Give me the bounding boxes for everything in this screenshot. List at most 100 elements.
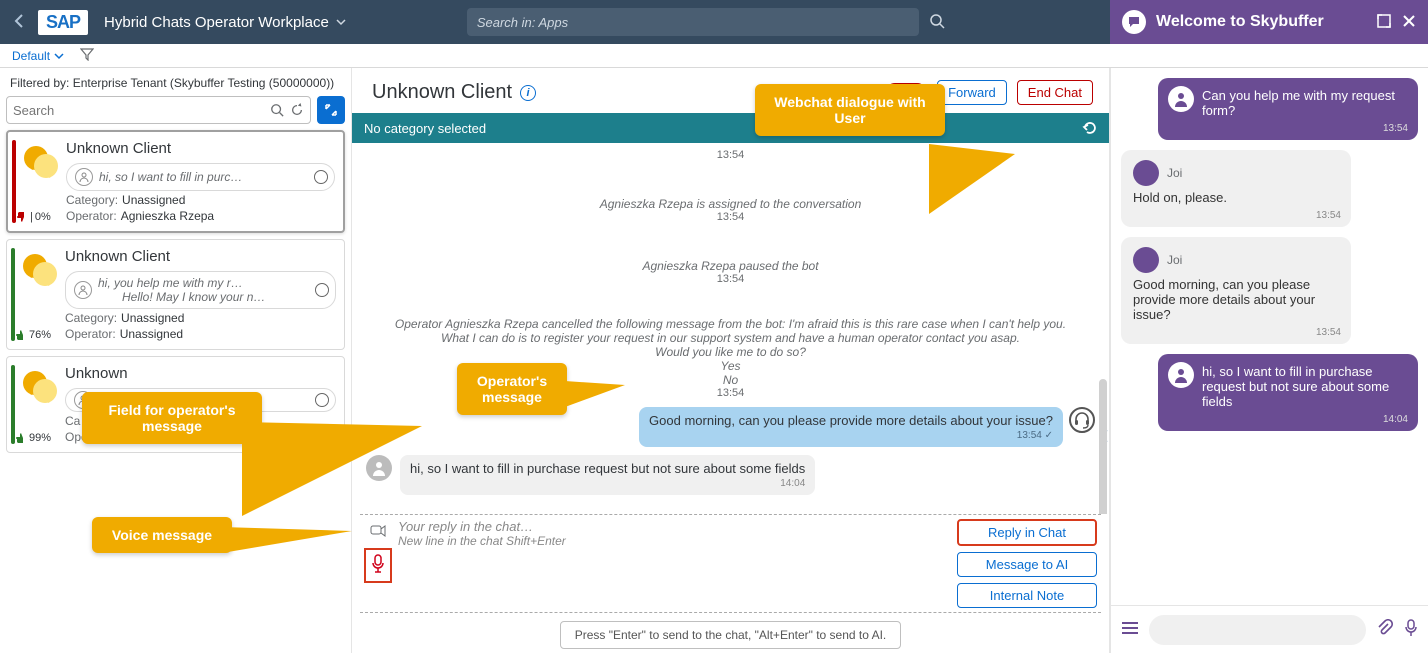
info-icon[interactable]: i — [520, 85, 536, 101]
reply-input[interactable]: Your reply in the chat… New line in the … — [398, 519, 951, 608]
variant-default[interactable]: Default — [12, 49, 64, 63]
status-circle-icon — [315, 393, 329, 407]
timestamp: 13:54 — [362, 273, 1099, 285]
filter-icon[interactable] — [80, 47, 94, 64]
system-message: Operator Agnieszka Rzepa cancelled the f… — [362, 317, 1099, 331]
callout-operator-message: Operator's message — [457, 363, 567, 415]
webchat-user-message: hi, so I want to fill in purchase reques… — [1158, 354, 1418, 431]
shell-search-input[interactable] — [477, 15, 909, 30]
person-icon — [75, 168, 93, 186]
category-bar[interactable]: No category selected — [352, 113, 1109, 143]
bot-name: Joi — [1167, 253, 1182, 267]
reply-talk-icon[interactable] — [370, 523, 386, 542]
client-message: hi, so I want to fill in purchase reques… — [400, 455, 815, 495]
card-title: Unknown — [65, 365, 336, 382]
thumb-down-badge: |0% — [16, 211, 51, 223]
card-operator: Operator:Unassigned — [65, 327, 336, 341]
chevron-down-icon — [335, 16, 347, 28]
undo-icon[interactable] — [1081, 119, 1097, 138]
voice-record-button[interactable] — [364, 548, 392, 583]
list-search-row — [6, 96, 345, 124]
callout-reply-field: Field for operator's message — [82, 392, 262, 444]
card-category: Category:Unassigned — [65, 311, 336, 325]
reply-area: Your reply in the chat… New line in the … — [360, 514, 1101, 613]
search-icon[interactable] — [929, 13, 945, 32]
workspace: Filtered by: Enterprise Tenant (Skybuffe… — [0, 68, 1428, 653]
chevron-down-icon — [54, 51, 64, 61]
card-preview: hi, you help me with my r… Hello! May I … — [65, 271, 336, 309]
user-avatar-icon — [1168, 362, 1194, 388]
attachment-icon[interactable] — [1376, 619, 1394, 640]
headset-icon — [1069, 407, 1095, 433]
reply-in-chat-button[interactable]: Reply in Chat — [957, 519, 1097, 546]
webchat-body[interactable]: Can you help me with my request form? 13… — [1111, 68, 1428, 605]
card-preview-text: hi, you help me with my r… — [98, 276, 265, 290]
chat-list-panel: Filtered by: Enterprise Tenant (Skybuffe… — [0, 68, 352, 653]
webchat-user-message: Can you help me with my request form? 13… — [1158, 78, 1418, 140]
chat-card[interactable]: Unknown Client hi, so I want to fill in … — [6, 130, 345, 233]
status-circle-icon — [315, 283, 329, 297]
sap-logo: SAP — [38, 10, 88, 35]
keyboard-hint: Press "Enter" to send to the chat, "Alt+… — [560, 621, 902, 649]
callout-webchat: Webchat dialogue with User — [755, 84, 945, 136]
chat-avatar-icon — [23, 254, 59, 290]
back-icon[interactable] — [12, 13, 28, 32]
thumb-up-badge: 76% — [15, 329, 51, 341]
card-stripe — [11, 248, 15, 341]
callout-voice: Voice message — [92, 517, 232, 553]
list-search-box[interactable] — [6, 96, 311, 124]
card-title: Unknown Client — [65, 248, 336, 265]
status-circle-icon — [314, 170, 328, 184]
list-search-input[interactable] — [13, 103, 270, 118]
webchat-input[interactable] — [1149, 615, 1366, 645]
webchat-header: Welcome to Skybuffer — [1110, 0, 1428, 44]
end-chat-button[interactable]: End Chat — [1017, 80, 1093, 105]
chat-card[interactable]: Unknown Client hi, you help me with my r… — [6, 239, 345, 350]
user-avatar-icon — [1168, 86, 1194, 112]
expand-icon[interactable] — [1376, 13, 1392, 32]
reply-placeholder-2: New line in the chat Shift+Enter — [398, 534, 951, 548]
card-preview: hi, so I want to fill in purc… — [66, 163, 335, 191]
check-icon: ✓ — [1045, 430, 1053, 441]
card-preview-text2: Hello! May I know your n… — [98, 290, 265, 304]
filter-summary: Filtered by: Enterprise Tenant (Skybuffe… — [6, 74, 345, 96]
shell-search[interactable] — [467, 8, 919, 36]
client-message-row: hi, so I want to fill in purchase reques… — [366, 455, 1099, 495]
app-title[interactable]: Hybrid Chats Operator Workplace — [104, 14, 347, 31]
message-to-ai-button[interactable]: Message to AI — [957, 552, 1097, 577]
menu-icon[interactable] — [1121, 621, 1139, 638]
close-icon[interactable] — [1402, 14, 1416, 31]
operator-message: Good morning, can you please provide mor… — [639, 407, 1063, 447]
bot-name: Joi — [1167, 166, 1182, 180]
card-preview-text: hi, so I want to fill in purc… — [99, 170, 242, 184]
chat-bubble-icon — [1122, 10, 1146, 34]
webchat-panel: Can you help me with my request form? 13… — [1110, 68, 1428, 653]
person-icon — [74, 281, 92, 299]
refresh-icon[interactable] — [290, 103, 304, 117]
card-title: Unknown Client — [66, 140, 335, 157]
variant-row: Default — [0, 44, 1428, 68]
search-icon[interactable] — [270, 103, 284, 117]
reply-placeholder-1: Your reply in the chat… — [398, 519, 951, 534]
webchat-title: Welcome to Skybuffer — [1156, 13, 1366, 31]
system-message: What I can do is to register your reques… — [362, 331, 1099, 345]
scrollbar[interactable] — [1099, 379, 1107, 514]
webchat-bot-message: Joi Good morning, can you please provide… — [1121, 237, 1351, 344]
category-bar-text: No category selected — [364, 121, 486, 136]
chat-avatar-icon — [24, 146, 60, 182]
conversation-header: Unknown Client i Manual Mode ✕ Forward E… — [352, 68, 1109, 113]
system-message: Agnieszka Rzepa paused the bot — [362, 259, 1099, 273]
webchat-header-wrap: Welcome to Skybuffer — [1110, 0, 1428, 44]
card-category: Category:Unassigned — [66, 193, 335, 207]
microphone-icon[interactable] — [1404, 619, 1418, 640]
variant-default-label: Default — [12, 49, 50, 63]
expand-button[interactable] — [317, 96, 345, 124]
webchat-input-row — [1111, 605, 1428, 653]
system-message: Would you like me to do so? — [362, 345, 1099, 359]
forward-button[interactable]: Forward — [937, 80, 1007, 105]
app-title-text: Hybrid Chats Operator Workplace — [104, 14, 329, 31]
client-name: Unknown Client i — [372, 81, 536, 104]
thumb-up-badge: 99% — [15, 432, 51, 444]
internal-note-button[interactable]: Internal Note — [957, 583, 1097, 608]
chat-avatar-icon — [23, 371, 59, 407]
